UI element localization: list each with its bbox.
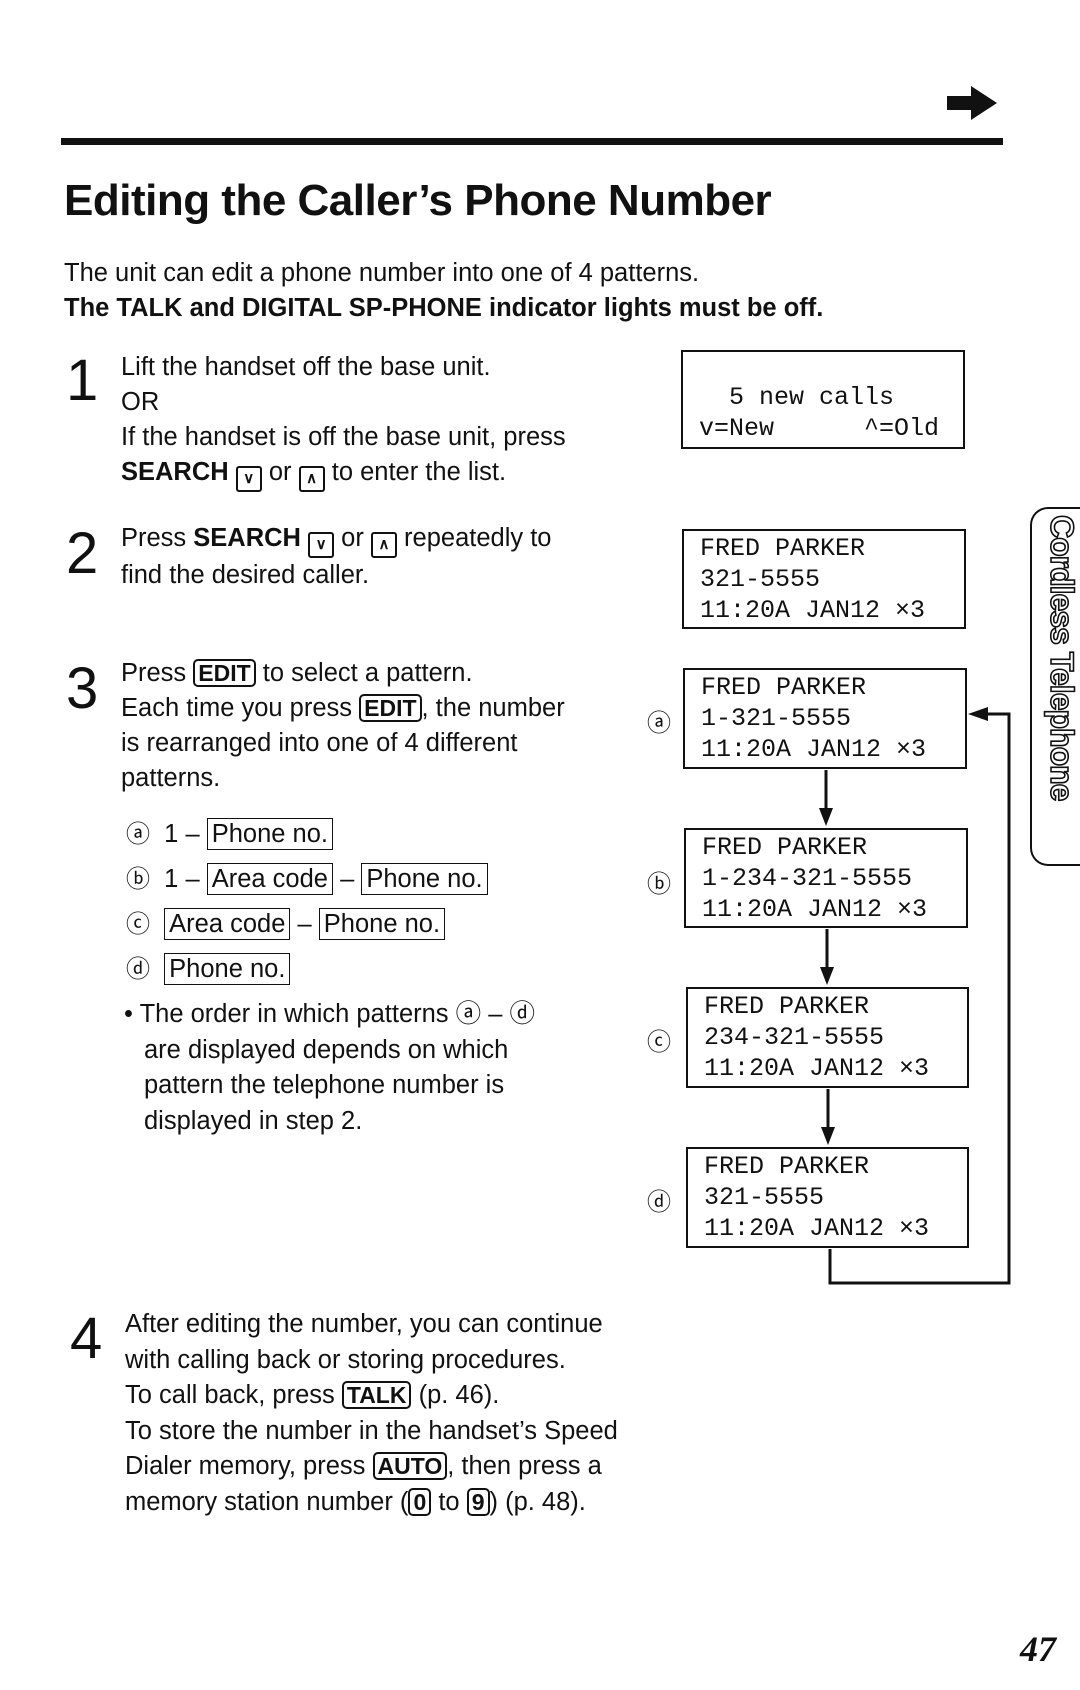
step-text-line: with calling back or storing procedures. — [125, 1345, 566, 1374]
step-text-line: memory station number (0 to 9) (p. 48). — [125, 1485, 618, 1521]
step-text: , then press a — [447, 1452, 602, 1481]
step-text: (p. 46). — [418, 1381, 500, 1410]
step-4-text: After editing the number, you can contin… — [125, 1307, 618, 1521]
step-text: To call back, press — [125, 1381, 335, 1410]
step-number: 4 — [70, 1306, 103, 1371]
step-text-line: To store the number in the handset’s Spe… — [125, 1416, 618, 1445]
section-tab-label: Cordless Telephone — [1043, 514, 1080, 801]
step-text-line: After editing the number, you can contin… — [125, 1310, 603, 1338]
key-0: 0 — [408, 1487, 432, 1516]
loop-back-line — [828, 712, 1011, 1285]
loop-arrowhead-icon — [968, 707, 988, 721]
manual-page: Editing the Caller’s Phone Number The un… — [0, 0, 1080, 1690]
key-9: 9 — [466, 1487, 490, 1516]
step-text-line: To call back, press TALK (p. 46). — [125, 1378, 618, 1414]
step-text: memory station number ( — [125, 1487, 409, 1516]
step-text-line: Dialer memory, press AUTO, then press a — [125, 1449, 618, 1485]
auto-key: AUTO — [372, 1452, 448, 1481]
talk-key: TALK — [341, 1381, 412, 1410]
page-number: 47 — [1020, 1629, 1056, 1669]
section-tab: Cordless Telephone — [1030, 507, 1080, 866]
step-text: Dialer memory, press — [125, 1452, 366, 1481]
step-text: ) (p. 48). — [489, 1487, 586, 1516]
step-text: to — [438, 1487, 460, 1516]
